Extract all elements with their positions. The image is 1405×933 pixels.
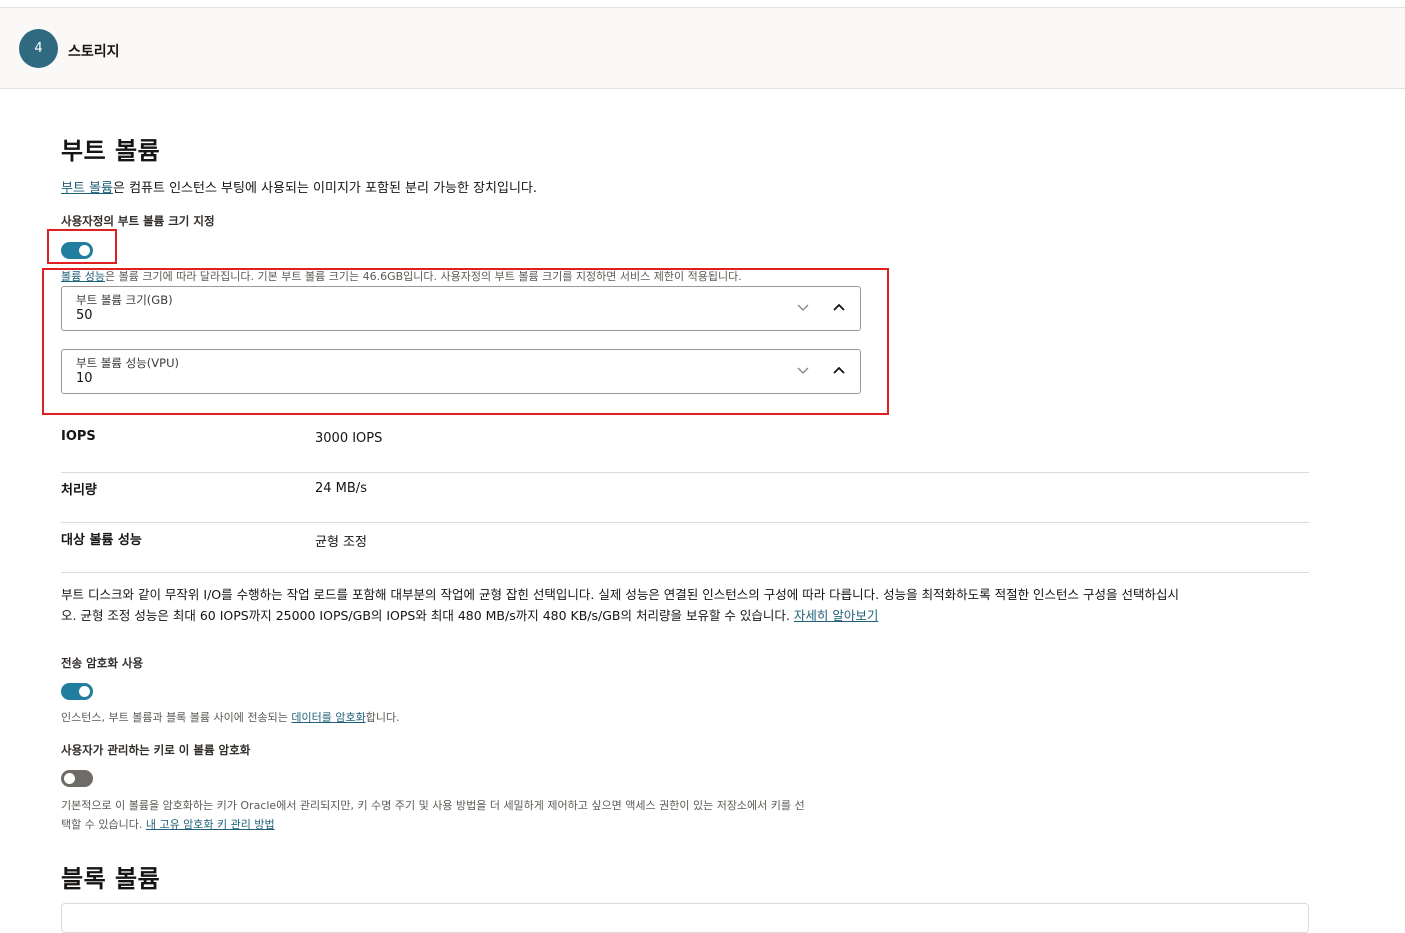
metric-value: 3000 IOPS [315,431,383,446]
toggle-knob [79,686,90,697]
step-number-badge: 4 [19,29,58,68]
performance-description-line2: 오. 균형 조정 성능은 최대 60 IOPS까지 25000 IOPS/GB의… [61,605,1311,626]
metric-row-target-performance: 대상 볼륨 성능 균형 조정 [61,523,1309,573]
customer-key-note-line2-text: 택할 수 있습니다. [61,818,146,831]
performance-description-line2-text: 오. 균형 조정 성능은 최대 60 IOPS까지 25000 IOPS/GB의… [61,608,794,623]
decrement-chevron-down-icon[interactable] [796,363,810,377]
in-transit-encryption-note: 인스턴스, 부트 볼륨과 블록 볼륨 사이에 전송되는 데이터를 암호화합니다. [61,708,400,727]
custom-size-label: 사용자정의 부트 볼륨 크기 지정 [61,214,215,228]
learn-more-link[interactable]: 자세히 알아보기 [794,608,878,623]
customer-key-note-line1: 기본적으로 이 볼륨을 암호화하는 키가 Oracle에서 관리되지만, 키 수… [61,799,805,812]
boot-volume-heading: 부트 볼륨 [61,137,161,165]
increment-chevron-up-icon[interactable] [832,300,846,314]
metric-row-throughput: 처리량 24 MB/s [61,473,1309,523]
boot-volume-size-label: 부트 볼륨 크기(GB) [76,293,173,307]
metric-value: 24 MB/s [315,481,367,496]
metric-key: 처리량 [61,483,97,498]
metric-key: IOPS [61,429,96,444]
toggle-knob [79,245,90,256]
customer-key-note-line2: 택할 수 있습니다. 내 고유 암호화 키 관리 방법 [61,815,881,834]
performance-description: 부트 디스크와 같이 무작위 I/O를 수행하는 작업 로드를 포함해 대부분의… [61,584,1311,626]
in-transit-encryption-toggle[interactable] [61,683,93,700]
encrypt-data-link[interactable]: 데이터를 암호화 [291,711,365,724]
step-header[interactable]: 4 스토리지 [0,8,1405,89]
boot-volume-size-field[interactable]: 부트 볼륨 크기(GB) 50 [61,286,861,331]
block-volume-card [61,903,1309,933]
boot-volume-vpu-field[interactable]: 부트 볼륨 성능(VPU) 10 [61,349,861,394]
boot-volume-intro-text: 은 컴퓨트 인스턴스 부팅에 사용되는 이미지가 포함된 분리 가능한 장치입니… [112,181,538,196]
customer-managed-key-note: 기본적으로 이 볼륨을 암호화하는 키가 Oracle에서 관리되지만, 키 수… [61,796,881,834]
increment-chevron-up-icon[interactable] [832,363,846,377]
block-volume-heading: 블록 볼륨 [61,865,161,893]
top-strip [0,0,1405,8]
metric-key: 대상 볼륨 성능 [61,533,142,548]
in-transit-note-suffix: 합니다. [365,711,400,724]
in-transit-note-text: 인스턴스, 부트 볼륨과 블록 볼륨 사이에 전송되는 [61,711,292,724]
in-transit-encryption-label: 전송 암호화 사용 [61,656,144,670]
metric-row-iops: IOPS 3000 IOPS [61,423,1309,473]
customer-managed-key-label: 사용자가 관리하는 키로 이 볼륨 암호화 [61,743,251,757]
boot-volume-intro: 부트 볼륨은 컴퓨트 인스턴스 부팅에 사용되는 이미지가 포함된 분리 가능한… [61,178,537,199]
boot-volume-vpu-value[interactable]: 10 [76,371,93,386]
step-title: 스토리지 [68,44,120,60]
metric-value: 균형 조정 [315,535,367,550]
custom-size-toggle[interactable] [61,242,93,259]
customer-managed-key-toggle[interactable] [61,770,93,787]
boot-volume-size-value[interactable]: 50 [76,308,93,323]
decrement-chevron-down-icon[interactable] [796,300,810,314]
boot-volume-link[interactable]: 부트 볼륨 [61,181,113,196]
toggle-knob [64,773,75,784]
boot-volume-vpu-label: 부트 볼륨 성능(VPU) [76,356,179,370]
performance-description-line1: 부트 디스크와 같이 무작위 I/O를 수행하는 작업 로드를 포함해 대부분의… [61,587,1179,602]
manage-own-keys-link[interactable]: 내 고유 암호화 키 관리 방법 [146,818,275,831]
